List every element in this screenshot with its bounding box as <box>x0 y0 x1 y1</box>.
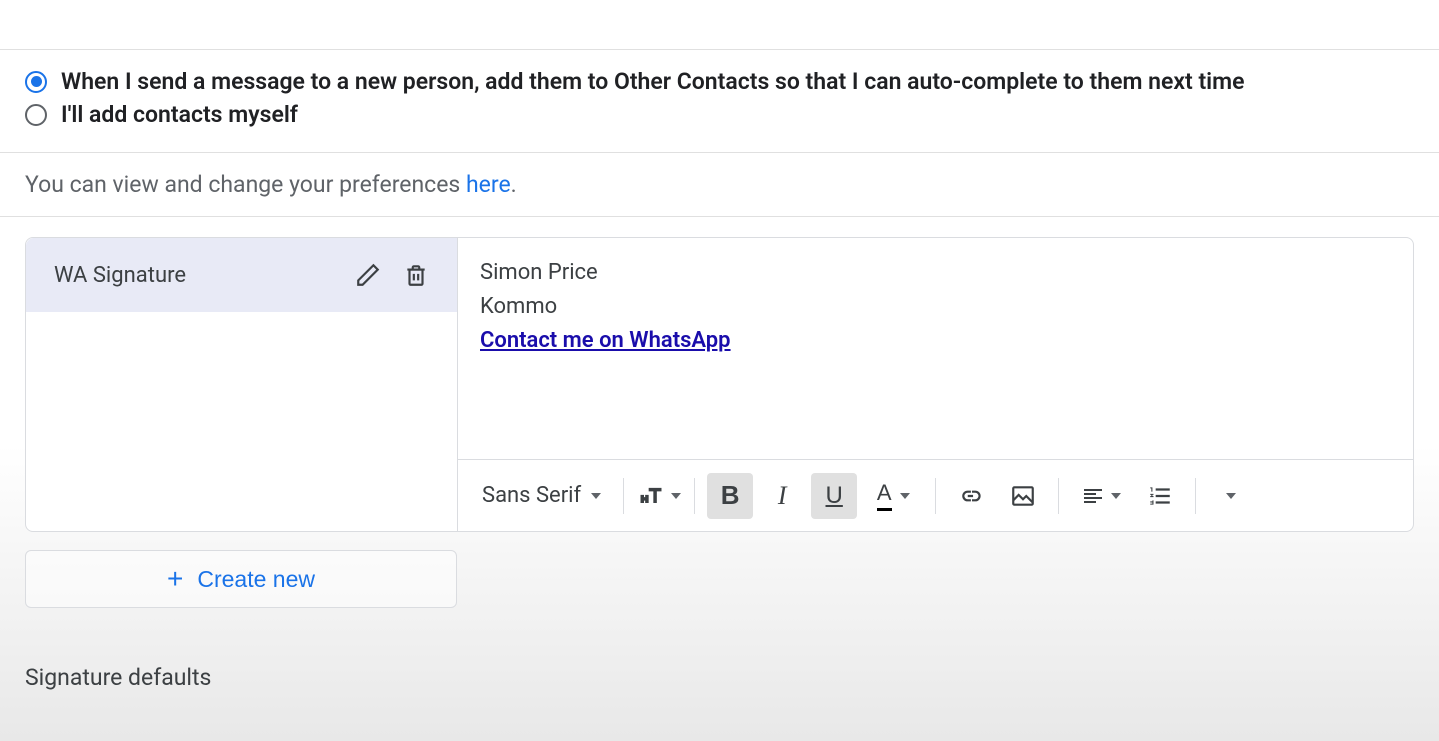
bold-icon: B <box>721 480 740 511</box>
insert-image-button[interactable] <box>1000 473 1046 519</box>
signature-whatsapp-link[interactable]: Contact me on WhatsApp <box>480 328 731 353</box>
edit-signature-button[interactable] <box>355 262 381 288</box>
delete-signature-button[interactable] <box>403 262 429 288</box>
radio-option-manual[interactable]: I'll add contacts myself <box>25 101 1414 128</box>
signature-defaults-heading: Signature defaults <box>25 664 1414 691</box>
caret-down-icon <box>1111 493 1121 499</box>
underline-icon: U <box>826 482 843 510</box>
caret-down-icon <box>671 493 681 499</box>
font-size-button[interactable] <box>636 473 682 519</box>
image-icon <box>1010 483 1036 509</box>
preferences-note: You can view and change your preferences… <box>0 153 1439 217</box>
more-formatting-button[interactable] <box>1208 473 1254 519</box>
formatting-toolbar: Sans Serif B I U A <box>458 459 1413 531</box>
font-size-icon <box>637 482 665 510</box>
align-icon <box>1081 484 1105 508</box>
signature-item-name: WA Signature <box>54 263 186 288</box>
create-new-label: Create new <box>197 566 315 593</box>
signature-item-actions <box>355 262 429 288</box>
toolbar-separator <box>1195 478 1196 514</box>
contacts-auto-add-section: When I send a message to a new person, a… <box>0 50 1439 153</box>
signature-line1: Simon Price <box>480 256 1391 290</box>
signature-content[interactable]: Simon Price Kommo Contact me on WhatsApp <box>458 238 1413 459</box>
caret-down-icon <box>900 493 910 499</box>
text-color-button[interactable]: A <box>863 473 923 519</box>
trash-icon <box>403 262 429 288</box>
signature-editor-container: WA Signature Simon Price Kommo Contact m… <box>25 237 1414 532</box>
numbered-list-icon <box>1147 483 1173 509</box>
link-icon <box>958 483 984 509</box>
caret-down-icon <box>1226 493 1236 499</box>
font-family-label: Sans Serif <box>482 483 581 508</box>
italic-button[interactable]: I <box>759 473 805 519</box>
signature-list: WA Signature <box>26 238 458 531</box>
pref-suffix: . <box>511 171 517 198</box>
signature-line2: Kommo <box>480 290 1391 324</box>
radio-icon <box>25 71 47 93</box>
pref-prefix: You can view and change your preferences <box>25 171 466 198</box>
underline-button[interactable]: U <box>811 473 857 519</box>
bold-button[interactable]: B <box>707 473 753 519</box>
insert-link-button[interactable] <box>948 473 994 519</box>
radio-option-auto[interactable]: When I send a message to a new person, a… <box>25 68 1414 95</box>
toolbar-separator <box>1058 478 1059 514</box>
toolbar-separator <box>694 478 695 514</box>
radio-label-auto: When I send a message to a new person, a… <box>61 68 1245 95</box>
plus-icon: + <box>167 565 183 593</box>
toolbar-separator <box>935 478 936 514</box>
text-color-icon: A <box>877 480 892 511</box>
radio-icon <box>25 104 47 126</box>
radio-label-manual: I'll add contacts myself <box>61 101 298 128</box>
signature-item[interactable]: WA Signature <box>26 238 457 312</box>
top-spacer <box>0 0 1439 50</box>
pencil-icon <box>355 262 381 288</box>
preferences-link[interactable]: here <box>466 171 511 198</box>
numbered-list-button[interactable] <box>1137 473 1183 519</box>
font-family-selector[interactable]: Sans Serif <box>472 483 611 508</box>
signature-editor: Simon Price Kommo Contact me on WhatsApp… <box>458 238 1413 531</box>
toolbar-separator <box>623 478 624 514</box>
create-new-signature-button[interactable]: + Create new <box>25 550 457 608</box>
caret-down-icon <box>591 493 601 499</box>
italic-icon: I <box>778 481 787 511</box>
align-button[interactable] <box>1071 473 1131 519</box>
